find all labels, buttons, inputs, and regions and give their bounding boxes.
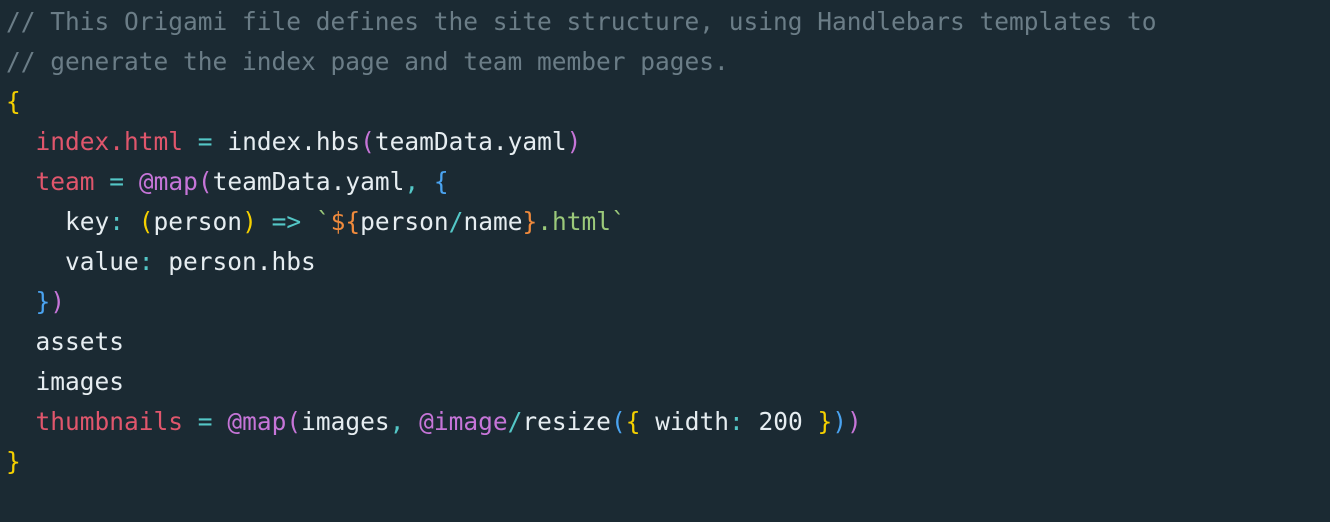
code-token: resize bbox=[522, 407, 611, 436]
code-token: images bbox=[6, 367, 125, 396]
code-token: ) bbox=[566, 127, 582, 156]
code-token: ( bbox=[138, 207, 154, 236]
code-token: / bbox=[448, 207, 464, 236]
code-token: ( bbox=[610, 407, 626, 436]
code-token: ( bbox=[286, 407, 302, 436]
code-token: } bbox=[35, 287, 51, 316]
code-line-5: team = @map(teamData.yaml, { bbox=[6, 162, 1330, 202]
code-editor[interactable]: // This Origami file defines the site st… bbox=[0, 0, 1330, 522]
code-token: : bbox=[728, 407, 759, 436]
code-token: thumbnails bbox=[35, 407, 184, 436]
code-token: ` bbox=[315, 207, 331, 236]
code-line-11: thumbnails = @map(images, @image/resize(… bbox=[6, 402, 1330, 442]
code-token: assets bbox=[6, 327, 125, 356]
code-token: ) bbox=[847, 407, 862, 436]
code-token: { bbox=[6, 87, 21, 116]
code-token: person bbox=[360, 207, 449, 236]
code-line-10: images bbox=[6, 362, 1330, 402]
code-token: } bbox=[817, 407, 833, 436]
code-token: // This Origami file defines the site st… bbox=[6, 7, 1157, 36]
code-token: images bbox=[301, 407, 390, 436]
code-token: 200 bbox=[758, 407, 818, 436]
code-token: // generate the index page and team memb… bbox=[6, 47, 729, 76]
code-token: @map bbox=[227, 407, 287, 436]
code-token: key bbox=[6, 207, 110, 236]
code-token: team bbox=[35, 167, 95, 196]
code-line-2: // generate the index page and team memb… bbox=[6, 42, 1330, 82]
code-token: , bbox=[404, 167, 434, 196]
code-token: person bbox=[153, 207, 243, 236]
code-token: / bbox=[507, 407, 523, 436]
code-line-1: // This Origami file defines the site st… bbox=[6, 2, 1330, 42]
code-line-12: } bbox=[6, 442, 1330, 482]
code-token: name bbox=[463, 207, 523, 236]
code-line-3: { bbox=[6, 82, 1330, 122]
code-token: : bbox=[138, 247, 169, 276]
code-token: width bbox=[640, 407, 729, 436]
code-token: @image bbox=[419, 407, 508, 436]
code-token: ) bbox=[242, 207, 257, 236]
code-token: = bbox=[109, 167, 125, 196]
code-token: index.html bbox=[35, 127, 184, 156]
code-token: { bbox=[625, 407, 641, 436]
code-line-4: index.html = index.hbs(teamData.yaml) bbox=[6, 122, 1330, 162]
code-line-8: }) bbox=[6, 282, 1330, 322]
code-token: .html` bbox=[537, 207, 626, 236]
code-token: } bbox=[6, 447, 21, 476]
code-token: teamData.yaml bbox=[212, 167, 405, 196]
code-line-6: key: (person) => `${person/name}.html` bbox=[6, 202, 1330, 242]
code-token: index.hbs bbox=[212, 127, 361, 156]
code-line-7: value: person.hbs bbox=[6, 242, 1330, 282]
code-token: ) bbox=[50, 287, 66, 316]
code-token: } bbox=[522, 207, 538, 236]
code-token: @map bbox=[138, 167, 198, 196]
code-line-9: assets bbox=[6, 322, 1330, 362]
code-token: ${ bbox=[330, 207, 361, 236]
code-token: = bbox=[197, 407, 213, 436]
code-token: ( bbox=[360, 127, 375, 156]
code-block[interactable]: // This Origami file defines the site st… bbox=[6, 2, 1330, 482]
code-token: { bbox=[433, 167, 449, 196]
code-token: = bbox=[197, 127, 213, 156]
code-token: : bbox=[109, 207, 139, 236]
code-token: person.hbs bbox=[168, 247, 316, 276]
code-token: value bbox=[6, 247, 139, 276]
code-token: , bbox=[389, 407, 420, 436]
code-token: => bbox=[271, 207, 302, 236]
code-token: teamData.yaml bbox=[374, 127, 567, 156]
code-token: ) bbox=[832, 407, 848, 436]
code-token: ( bbox=[197, 167, 213, 196]
